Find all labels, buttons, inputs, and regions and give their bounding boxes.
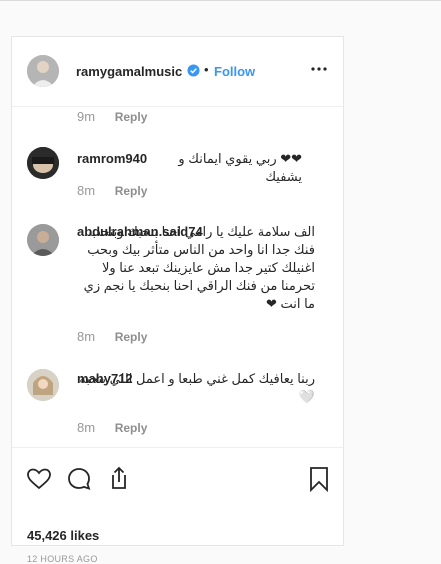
reply-button[interactable]: Reply	[115, 421, 148, 435]
commenter-username[interactable]: ramrom940	[77, 151, 147, 166]
comment-meta: 9m Reply	[77, 109, 147, 124]
comment-text: ربنا يعافيك كمل غني طبعا و اعمل اللي بتح…	[79, 371, 315, 404]
bookmark-icon[interactable]	[308, 466, 330, 492]
reply-button[interactable]: Reply	[115, 330, 148, 344]
post-header: ramygamalmusic • Follow	[12, 37, 343, 107]
follow-button[interactable]: Follow	[214, 64, 255, 79]
commenter-avatar[interactable]	[27, 369, 59, 401]
comment-time: 8m	[77, 329, 96, 344]
comment-meta: 8m Reply	[77, 183, 147, 198]
comment-icon[interactable]	[66, 466, 92, 492]
comment-meta: 8m Reply	[77, 420, 147, 435]
author-avatar[interactable]	[27, 55, 59, 87]
likes-count[interactable]: 45,426 likes	[27, 528, 99, 543]
heart-icon[interactable]	[26, 466, 52, 492]
comment-time: 9m	[77, 109, 96, 124]
comment-text: الف سلامة عليك يا رامي احنا بنحبك وبنحب …	[83, 224, 315, 311]
verified-badge-icon	[187, 64, 200, 77]
avatar-image-icon	[27, 369, 59, 401]
comments-list[interactable]: 9m Reply ramrom940 ❤❤ ربي يقوي ايمانك و …	[12, 107, 343, 447]
comment-time: 8m	[77, 420, 96, 435]
share-icon[interactable]	[106, 465, 132, 491]
post-actions: 45,426 likes 12 HOURS AGO	[12, 447, 343, 564]
avatar-image-icon	[27, 147, 59, 179]
post-timestamp: 12 HOURS AGO	[27, 554, 98, 564]
reply-button[interactable]: Reply	[115, 184, 148, 198]
comment-time: 8m	[77, 183, 96, 198]
separator-dot: •	[204, 62, 209, 77]
commenter-avatar[interactable]	[27, 224, 59, 256]
reply-button[interactable]: Reply	[115, 110, 148, 124]
commenter-avatar[interactable]	[27, 147, 59, 179]
comment-text: ❤❤ ربي يقوي ايمانك و يشفيك	[178, 151, 302, 184]
avatar-image-icon	[27, 55, 59, 87]
author-username[interactable]: ramygamalmusic	[76, 64, 182, 79]
comment-meta: 8m Reply	[77, 329, 147, 344]
avatar-image-icon	[27, 224, 59, 256]
more-options-icon[interactable]	[310, 61, 328, 77]
top-divider	[0, 0, 441, 1]
post-panel: ramygamalmusic • Follow 9m Reply ramrom9…	[11, 36, 344, 564]
